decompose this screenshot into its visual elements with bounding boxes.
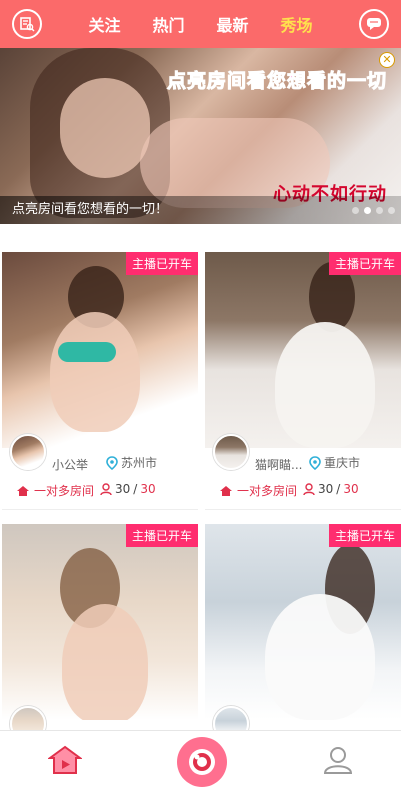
anchor-info: 猫啊瞄... 重庆市 一对多房间 30/30 xyxy=(205,434,401,510)
anchor-name: 小公举 xyxy=(52,458,89,472)
person-icon xyxy=(100,482,112,495)
photo-figure xyxy=(265,594,375,720)
tab-latest[interactable]: 最新 xyxy=(217,12,249,36)
anchor-card[interactable]: 主播已开车 猫啊瞄... 重庆市 一对多房间 30 / 30 xyxy=(205,252,401,510)
viewer-count: 30/30 xyxy=(303,482,359,496)
status-badge: 主播已开车 xyxy=(125,252,198,275)
anchor-city: 苏州市 xyxy=(121,456,158,470)
room-type-label: 一对多房间 xyxy=(237,484,298,498)
avatar[interactable] xyxy=(10,434,46,470)
person-icon xyxy=(303,482,315,495)
banner-photo-face xyxy=(60,78,150,178)
carousel-dot-active[interactable] xyxy=(364,207,371,214)
status-badge: 主播已开车 xyxy=(125,524,198,547)
search-list-icon[interactable] xyxy=(12,9,42,39)
photo-figure xyxy=(275,322,375,448)
anchor-city: 重庆市 xyxy=(324,456,361,470)
viewer-count-current: 30 xyxy=(115,482,131,496)
live-camera-icon xyxy=(188,748,215,775)
viewer-count-max: 30 xyxy=(140,482,156,496)
anchor-info xyxy=(205,706,401,730)
tab-showroom[interactable]: 秀场 xyxy=(281,12,313,36)
nav-tabs: 关注 热门 最新 秀场 xyxy=(88,12,312,36)
anchor-card[interactable]: 主播已开车 xyxy=(205,524,401,730)
close-icon[interactable]: ✕ xyxy=(379,52,395,68)
bottom-nav xyxy=(0,730,401,792)
banner-caption: 点亮房间看您想看的一切！ xyxy=(0,196,401,224)
chat-bubble-icon[interactable] xyxy=(359,9,389,39)
anchor-photo[interactable]: 主播已开车 xyxy=(2,252,198,448)
live-camera-button[interactable] xyxy=(176,736,227,787)
anchor-name: 猫啊瞄... xyxy=(255,458,303,472)
home-icon xyxy=(17,485,29,496)
viewer-count-current: 30 xyxy=(318,482,334,496)
anchor-card[interactable]: 主播已开车 小公举 苏州市 一对多房间 30 / 30 xyxy=(2,252,198,510)
photo-figure xyxy=(62,604,148,720)
promo-banner[interactable]: 点亮房间看您想看的一切 心动不如行动 ✕ 点亮房间看您想看的一切！ xyxy=(0,48,401,224)
room-type-label: 一对多房间 xyxy=(34,484,95,498)
anchor-grid: 主播已开车 小公举 苏州市 一对多房间 30 / 30 主播已开车 猫啊瞄...… xyxy=(0,250,401,730)
profile-icon[interactable] xyxy=(322,745,354,779)
home-icon xyxy=(220,485,232,496)
search-list-icon-glyph xyxy=(20,17,35,32)
anchor-photo[interactable]: 主播已开车 xyxy=(205,524,401,720)
chat-bubble-icon-glyph xyxy=(367,18,381,30)
location-pin-icon xyxy=(309,455,321,470)
anchor-photo[interactable]: 主播已开车 xyxy=(2,524,198,720)
anchor-location: 重庆市 xyxy=(309,454,360,471)
avatar[interactable] xyxy=(213,434,249,470)
anchor-info: 小公举 苏州市 一对多房间 30/30 xyxy=(2,434,198,510)
carousel-dot[interactable] xyxy=(388,207,395,214)
photo-figure xyxy=(50,312,140,432)
room-type: 一对多房间 xyxy=(16,482,94,499)
location-pin-icon xyxy=(106,455,118,470)
photo-accent xyxy=(58,342,116,362)
carousel-dot[interactable] xyxy=(352,207,359,214)
status-badge: 主播已开车 xyxy=(328,252,401,275)
tab-hot[interactable]: 热门 xyxy=(152,12,184,36)
anchor-card[interactable]: 主播已开车 xyxy=(2,524,198,730)
carousel-dot[interactable] xyxy=(376,207,383,214)
anchor-info xyxy=(2,706,198,730)
anchor-location: 苏州市 xyxy=(106,454,157,471)
room-type: 一对多房间 xyxy=(219,482,297,499)
top-nav-bar: 关注 热门 最新 秀场 xyxy=(0,0,401,48)
viewer-count: 30/30 xyxy=(100,482,156,496)
tab-follow[interactable]: 关注 xyxy=(88,12,120,36)
viewer-count-max: 30 xyxy=(343,482,359,496)
anchor-photo[interactable]: 主播已开车 xyxy=(205,252,401,448)
carousel-dots xyxy=(352,207,395,214)
status-badge: 主播已开车 xyxy=(328,524,401,547)
banner-slogan: 点亮房间看您想看的一切 xyxy=(166,70,387,93)
home-tv-icon[interactable] xyxy=(46,745,83,779)
